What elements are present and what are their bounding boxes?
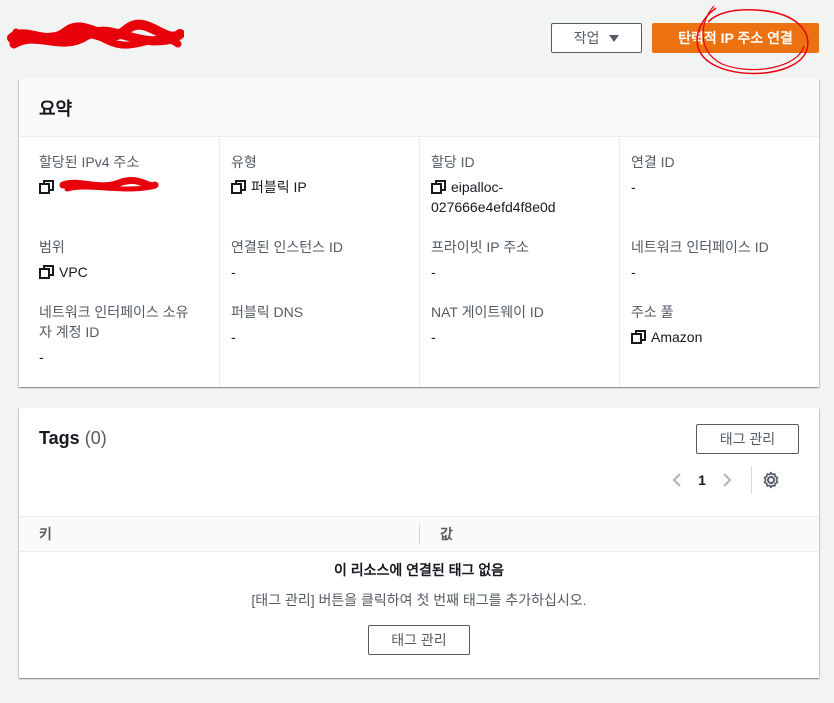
alloc-id-value-line1: eipalloc- bbox=[451, 179, 504, 195]
page-number[interactable]: 1 bbox=[685, 472, 719, 488]
type-value-row: 퍼블릭 IP bbox=[231, 177, 401, 197]
field-public-dns: 퍼블릭 DNS - bbox=[231, 302, 401, 347]
ipv4-label: 할당된 IPv4 주소 bbox=[39, 154, 140, 170]
alloc-id-value-line2: 027666e4efd4f8e0d bbox=[431, 199, 556, 215]
private-ip-value: - bbox=[431, 264, 436, 280]
summary-grid: 할당된 IPv4 주소 범위 VPC 네트워크 인터페이스 소유 자 계정 ID… bbox=[19, 138, 819, 387]
field-assoc-id: 연결 ID - bbox=[631, 152, 801, 197]
field-type: 유형 퍼블릭 IP bbox=[231, 152, 401, 197]
associate-eip-label: 탄력적 IP 주소 연결 bbox=[678, 30, 793, 46]
summary-column-4: 연결 ID - 네트워크 인터페이스 ID - 주소 풀 Amazon bbox=[619, 138, 819, 387]
field-scope: 범위 VPC bbox=[39, 237, 209, 282]
column-header-key[interactable]: 키 bbox=[19, 524, 419, 544]
copy-icon[interactable] bbox=[231, 179, 247, 195]
page-header: 작업 탄력적 IP 주소 연결 bbox=[0, 0, 834, 76]
gear-icon[interactable] bbox=[762, 471, 780, 489]
field-instance-id: 연결된 인스턴스 ID - bbox=[231, 237, 401, 282]
eni-owner-label: 네트워크 인터페이스 소유 자 계정 ID bbox=[39, 302, 209, 342]
assoc-id-label: 연결 ID bbox=[631, 154, 675, 170]
actions-dropdown-button[interactable]: 작업 bbox=[551, 23, 642, 53]
summary-column-3: 할당 ID eipalloc- 027666e4efd4f8e0d 프라이빗 I… bbox=[419, 138, 619, 387]
empty-state: 이 리소스에 연결된 태그 없음 [태그 관리] 버튼을 클릭하여 첫 번째 태… bbox=[19, 558, 819, 610]
scope-value-row: VPC bbox=[39, 262, 209, 282]
instance-id-label: 연결된 인스턴스 ID bbox=[231, 239, 343, 255]
public-dns-value: - bbox=[231, 329, 236, 345]
manage-tags-empty-label: 태그 관리 bbox=[391, 632, 447, 648]
chevron-right-icon[interactable] bbox=[719, 472, 735, 488]
copy-icon[interactable] bbox=[631, 329, 647, 345]
nat-gw-label: NAT 게이트웨이 ID bbox=[431, 304, 544, 320]
field-ipv4: 할당된 IPv4 주소 bbox=[39, 152, 209, 195]
summary-title: 요약 bbox=[19, 79, 819, 137]
summary-panel: 요약 할당된 IPv4 주소 범위 VPC 네트워크 인터페이스 소유 자 계정… bbox=[19, 79, 819, 387]
eni-owner-label-line1: 네트워크 인터페이스 소유 bbox=[39, 304, 189, 320]
tags-title-text: Tags bbox=[39, 428, 80, 448]
field-alloc-id: 할당 ID eipalloc- 027666e4efd4f8e0d bbox=[431, 152, 601, 217]
actions-label: 작업 bbox=[573, 30, 600, 46]
tags-panel: Tags (0) 태그 관리 1 키 값 이 리소스에 연결된 태그 없음 [태… bbox=[19, 408, 819, 678]
copy-icon[interactable] bbox=[39, 179, 55, 195]
pool-value: Amazon bbox=[651, 329, 703, 345]
summary-column-1: 할당된 IPv4 주소 범위 VPC 네트워크 인터페이스 소유 자 계정 ID… bbox=[19, 138, 219, 387]
nat-gw-value: - bbox=[431, 329, 436, 345]
scope-value: VPC bbox=[59, 264, 88, 280]
summary-column-2: 유형 퍼블릭 IP 연결된 인스턴스 ID - 퍼블릭 DNS - bbox=[219, 138, 419, 387]
tags-title: Tags (0) bbox=[39, 428, 107, 449]
empty-state-description: [태그 관리] 버튼을 클릭하여 첫 번째 태그를 추가하십시오. bbox=[251, 592, 587, 608]
copy-icon[interactable] bbox=[431, 179, 447, 195]
eni-owner-label-line2: 자 계정 ID bbox=[39, 324, 100, 340]
column-header-value[interactable]: 값 bbox=[419, 524, 819, 544]
tags-table-header: 키 값 bbox=[19, 516, 819, 552]
manage-tags-empty-button[interactable]: 태그 관리 bbox=[368, 625, 470, 655]
field-pool: 주소 풀 Amazon bbox=[631, 302, 801, 347]
private-ip-label: 프라이빗 IP 주소 bbox=[431, 239, 530, 255]
redacted-ip-address bbox=[59, 177, 159, 192]
alloc-id-value: eipalloc- 027666e4efd4f8e0d bbox=[431, 177, 556, 217]
pool-value-row: Amazon bbox=[631, 327, 801, 347]
copy-icon[interactable] bbox=[39, 264, 55, 280]
field-eni-owner: 네트워크 인터페이스 소유 자 계정 ID - bbox=[39, 302, 209, 367]
caret-down-icon bbox=[609, 34, 620, 42]
field-nat-gw: NAT 게이트웨이 ID - bbox=[431, 302, 601, 347]
alloc-id-value-row: eipalloc- 027666e4efd4f8e0d bbox=[431, 177, 601, 217]
field-private-ip: 프라이빗 IP 주소 - bbox=[431, 237, 601, 282]
pager-divider bbox=[751, 466, 752, 494]
eni-id-value: - bbox=[631, 264, 636, 280]
manage-tags-label: 태그 관리 bbox=[719, 431, 776, 447]
public-dns-label: 퍼블릭 DNS bbox=[231, 304, 304, 320]
type-label: 유형 bbox=[231, 154, 257, 170]
chevron-left-icon[interactable] bbox=[669, 472, 685, 488]
associate-eip-button[interactable]: 탄력적 IP 주소 연결 bbox=[652, 23, 819, 53]
assoc-id-value: - bbox=[631, 179, 636, 195]
pool-label: 주소 풀 bbox=[631, 304, 674, 320]
eni-owner-value: - bbox=[39, 349, 44, 365]
alloc-id-label: 할당 ID bbox=[431, 154, 475, 170]
instance-id-value: - bbox=[231, 264, 236, 280]
manage-tags-button[interactable]: 태그 관리 bbox=[696, 424, 799, 454]
eni-id-label: 네트워크 인터페이스 ID bbox=[631, 239, 769, 255]
empty-state-title: 이 리소스에 연결된 태그 없음 bbox=[333, 562, 505, 578]
field-eni-id: 네트워크 인터페이스 ID - bbox=[631, 237, 801, 282]
tags-count: (0) bbox=[84, 428, 107, 448]
redacted-resource-name bbox=[7, 19, 184, 49]
pagination: 1 bbox=[669, 466, 804, 494]
ipv4-value bbox=[39, 177, 209, 195]
scope-label: 범위 bbox=[39, 239, 65, 255]
type-value: 퍼블릭 IP bbox=[251, 179, 307, 195]
